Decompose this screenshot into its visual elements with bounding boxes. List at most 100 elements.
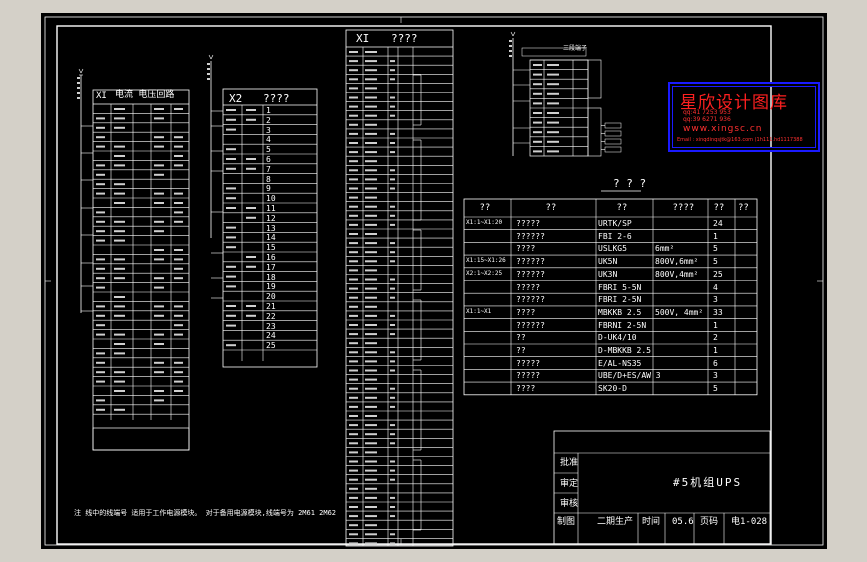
tr-table-bus-mark [509,50,512,52]
tr-table-cell-text [533,112,542,114]
table-a-bus-mark [77,77,80,79]
bus-arrow [510,31,514,37]
table-c-cell-text [390,314,395,317]
table-a-cell-text [114,239,125,242]
table-b-number: 14 [266,233,276,243]
table-a-cell-text [154,399,164,402]
table-c-cell-text [365,360,377,363]
table-c-cell-text [365,114,377,117]
materials-cell: ???? [516,384,536,394]
materials-cell: X1:1~X1:20 [466,219,503,226]
table-b-number: 21 [266,302,276,311]
materials-header-cell: ?? [713,203,725,213]
table-c-cell-text [349,387,358,390]
table-c-cell-text [390,214,395,217]
table-c-cell-text [349,287,358,290]
table-a-cell-text [174,390,183,392]
table-c-cell-text [365,305,377,308]
bus-arrow [210,54,214,60]
table-b-number: 1 [266,106,271,115]
materials-cell: FBI 2-6 [598,231,632,241]
table-c-cell-text [349,324,358,326]
table-a-border [92,89,190,451]
table-a-cell-text [96,136,105,139]
table-c-cell-text [390,405,395,408]
table-a-bus-mark [77,82,80,84]
table-c-cell-text [365,223,377,226]
drawing-note: 注 线中的线端号 适用于工作电源模块。 对于备用电源模块,线端号为 2M61 2… [74,509,337,517]
table-c-cell-text [349,305,358,308]
tr-table-cell-text [533,73,542,76]
table-c-cell-text [390,105,395,108]
table-a-cell-text [114,380,125,383]
table-c-cell-text [349,269,358,272]
table-a-footer [92,427,190,451]
top-right-label: 三段端子 [563,45,588,52]
tr-table-cell-text [533,140,542,143]
materials-cell: 5 [713,257,718,267]
table-a-cell-text [96,324,105,327]
drawing-canvas[interactable]: XI 电流 电压回路 X2 ???? 1 2 3 4 5 6 7 8 9 10 11 12 13 14 15… [41,13,827,549]
table-c-cell-text [349,151,358,154]
table-c-cell-text [349,233,358,235]
materials-cell: ?????? [516,295,545,305]
table-a-cell-text [154,108,164,110]
materials-cell: 25 [713,269,723,279]
table-c-cell-text [390,533,395,536]
table-c-cell-text [365,351,377,354]
table-a-cell-text [154,305,164,308]
table-c-cell-text [349,405,358,408]
table-b-number: 17 [266,262,276,272]
table-a-cell-text [114,305,125,308]
materials-cell: ?? [516,346,526,355]
table-a-cell-text [174,220,183,223]
materials-cell: D-MBKKB 2.5 [598,346,651,355]
table-a-cell-text [96,352,105,355]
tb-page-value: 电1-028 [731,517,768,527]
materials-cell: URTK/SP [598,219,632,228]
table-c-cell-text [365,151,377,154]
table-c-cell-text [365,515,377,518]
table-a-cell-text [96,371,105,374]
table-c-code: XI [356,32,370,45]
tb-time-value: 05.6 [672,517,694,527]
table-b-bus-mark [207,78,210,80]
table-a-cell-text [174,305,183,308]
table-c-cell-text [349,160,358,163]
tb-page-label: 页码 [700,517,719,527]
tr-table-cell-text [533,102,542,105]
table-c-cell-text [365,442,377,445]
materials-cell: E/AL-NS35 [598,358,642,368]
table-a-cell-text [154,230,164,233]
tb-approve: 批准 [560,458,579,468]
materials-cell: FBRI 5-5N [598,282,642,292]
tr-table-cell-text [547,102,559,105]
table-c-cell-text [349,78,358,81]
materials-cell: X1:15~X1:26 [466,257,506,265]
table-c-cell-text [349,278,358,281]
materials-cell: 5 [713,244,718,254]
table-a-cell-text [96,314,105,317]
tr-table-fuse [604,146,622,153]
bus-arrow [208,54,212,60]
table-a-cell-text [96,399,105,402]
table-b-cell-text [226,344,236,347]
table-c-cell-text [349,260,358,263]
table-b-bus-mark [207,68,210,70]
table-a-cell-text [96,192,105,195]
table-a-cell-text [154,258,164,261]
tb-review: 审定 [560,479,579,489]
table-a-cell-text [114,371,125,374]
table-c-cell-text [390,469,395,472]
table-c-cell-text [365,251,377,254]
table-c-cell-text [390,296,395,299]
table-b-number: 4 [266,135,271,145]
table-b-cell-text [226,226,236,229]
table-a-bus-mark [77,97,80,99]
table-c-cell-text [365,278,377,281]
table-c-cell-text [365,242,377,245]
materials-cell: X1:1~X1 [466,307,492,315]
materials-cell: ????? [516,358,541,368]
tr-table-side [587,107,602,157]
table-c-cell-text [390,442,395,445]
